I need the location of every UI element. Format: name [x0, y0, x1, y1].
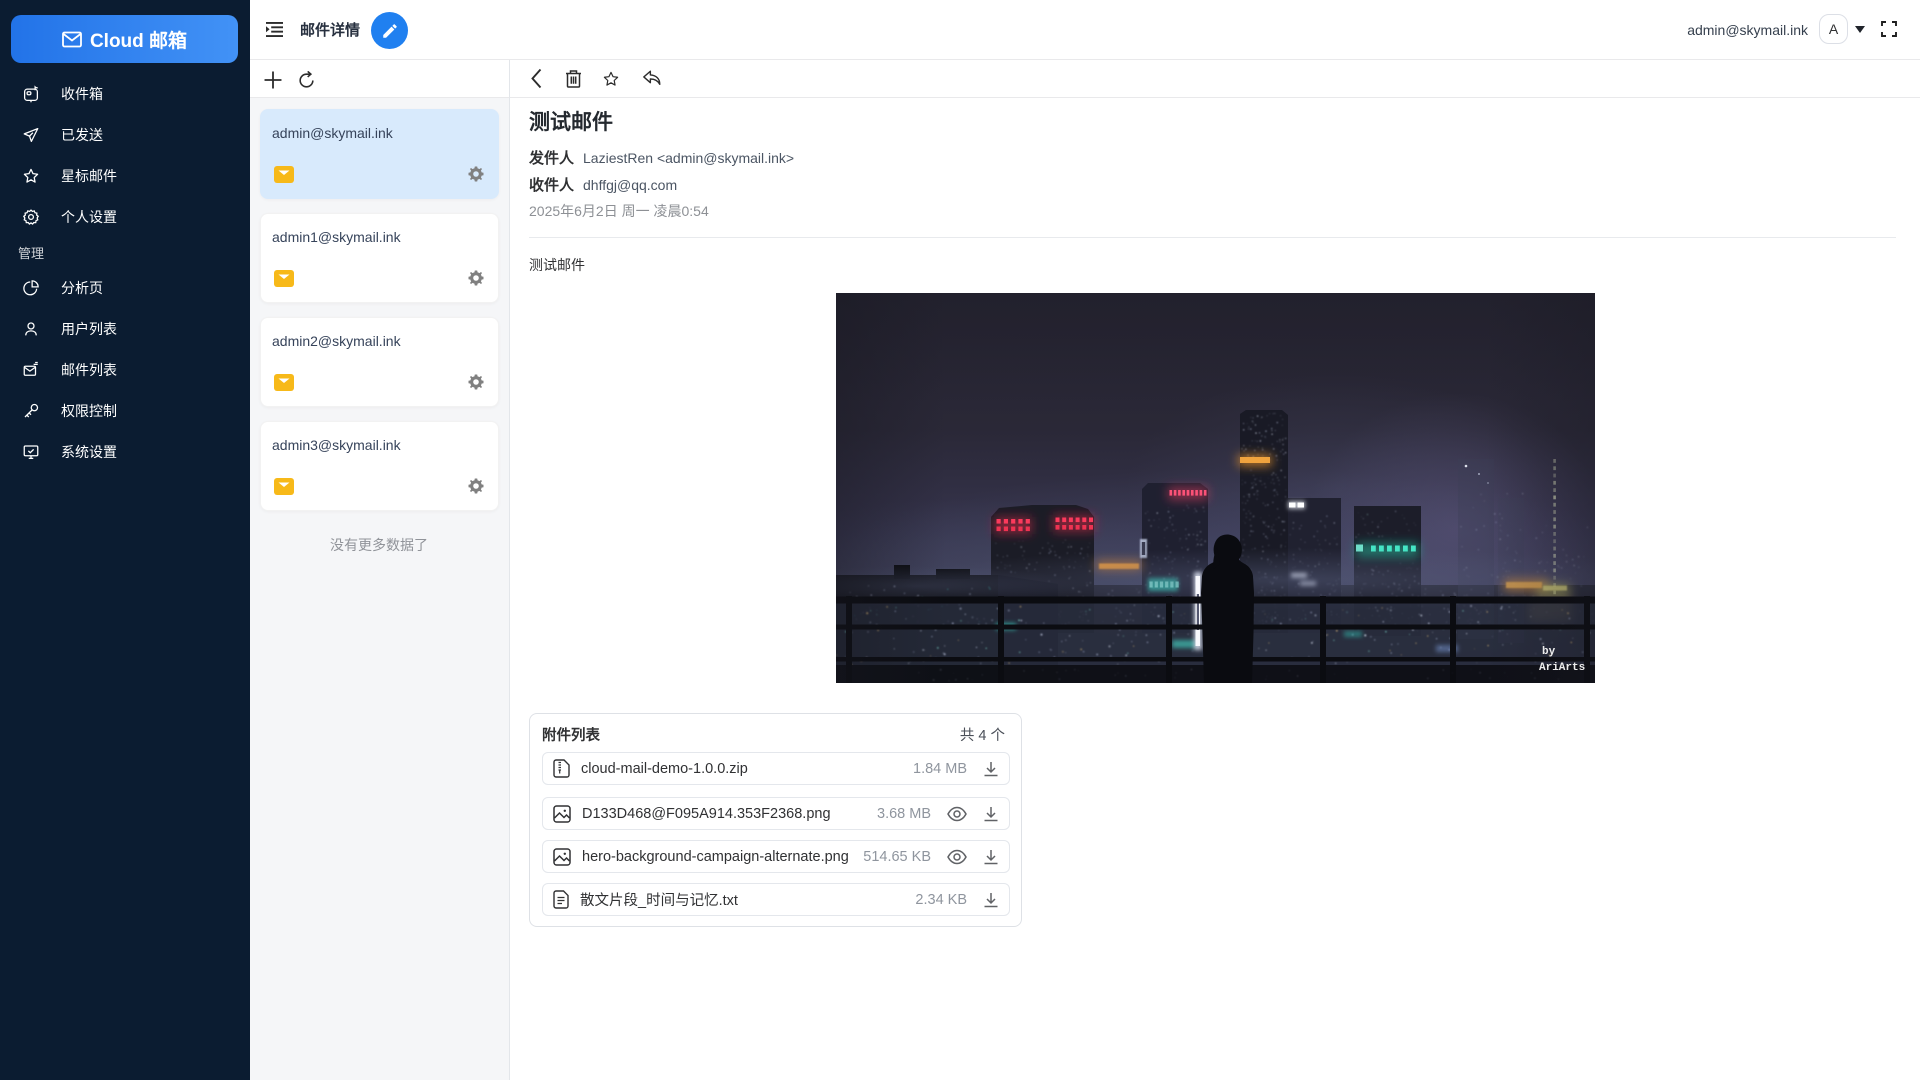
- svg-text:by: by: [1542, 646, 1556, 658]
- svg-text:AriArts: AriArts: [1539, 662, 1585, 674]
